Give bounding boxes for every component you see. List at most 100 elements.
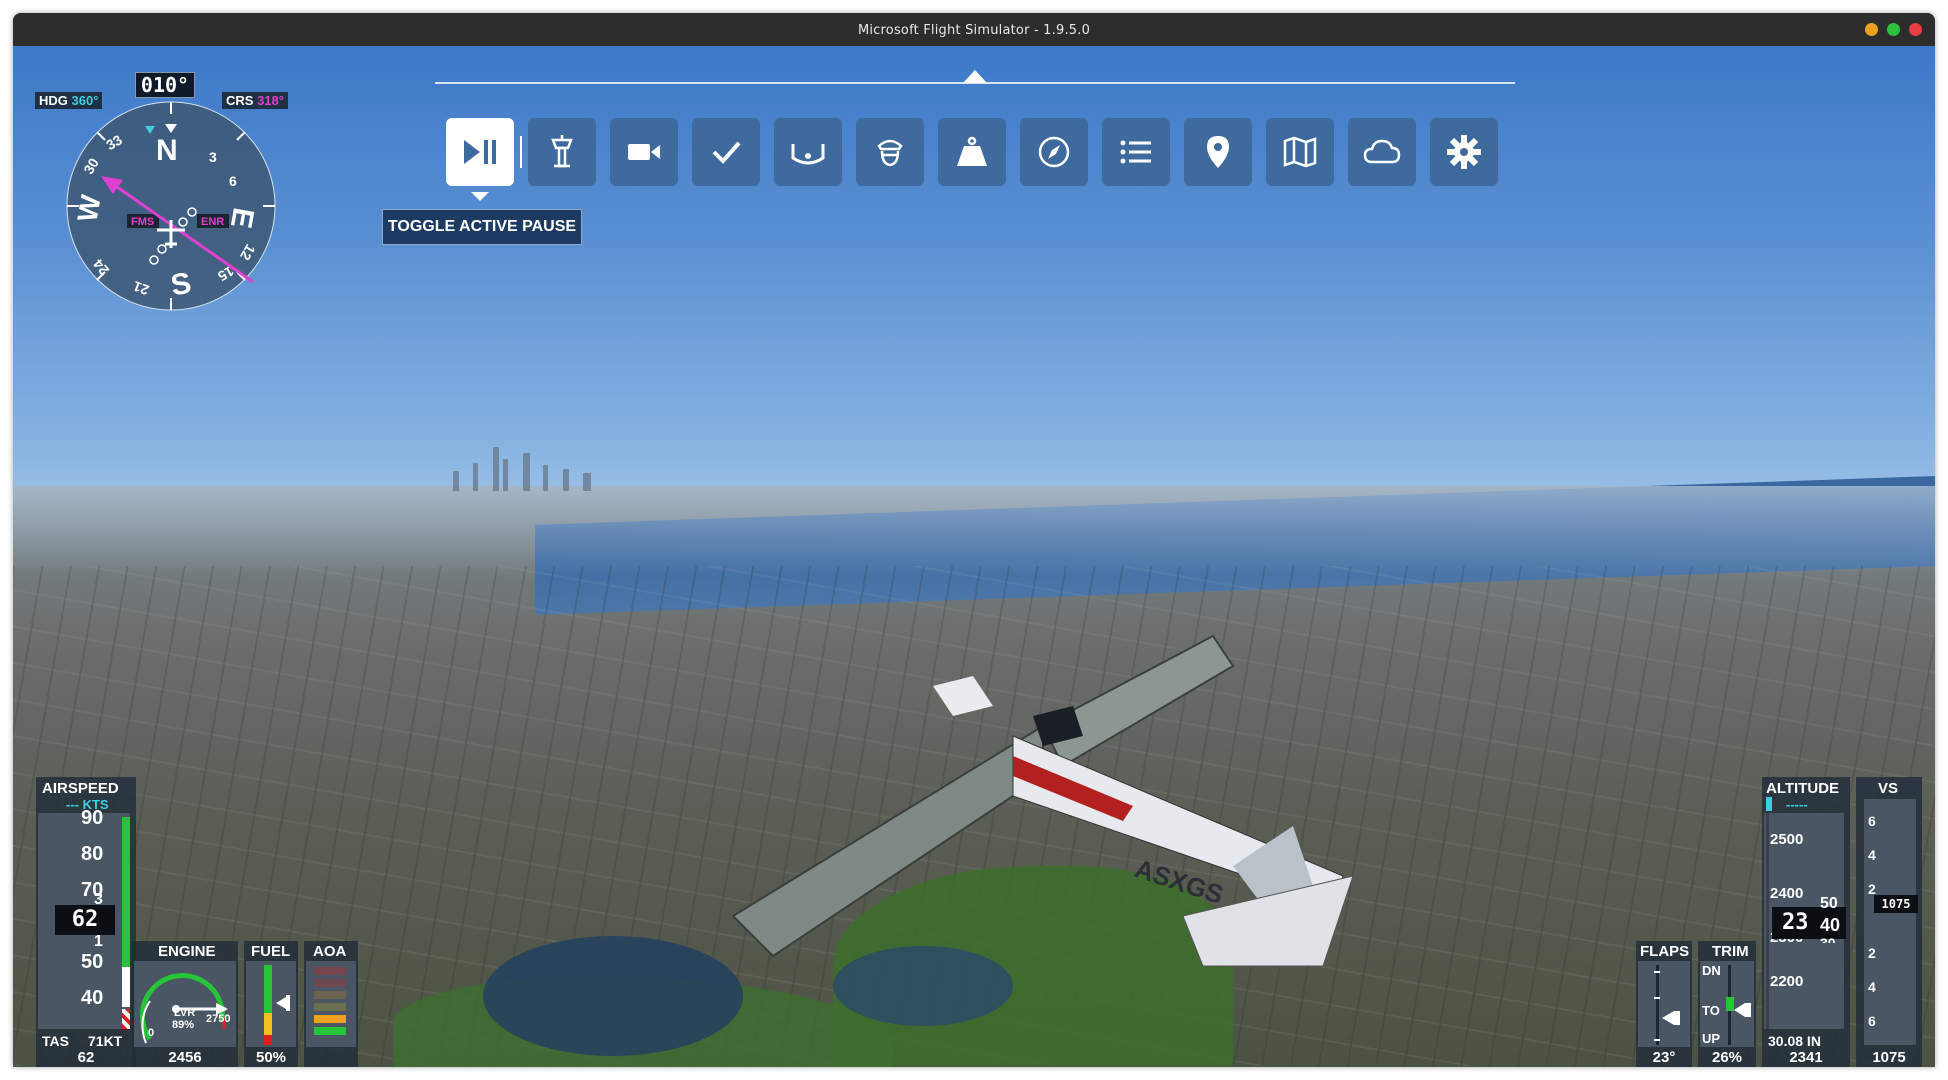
controls-button[interactable] <box>774 118 842 186</box>
engine-label: ENGINE <box>158 943 216 960</box>
altitude-bottom-value: 2341 <box>1789 1049 1823 1066</box>
vs-bottom-value: 1075 <box>1872 1049 1906 1066</box>
cloud-icon <box>1363 139 1401 164</box>
weight-icon <box>957 136 987 166</box>
rpm-max: 2750 <box>206 1013 231 1025</box>
toolbar-separator <box>520 136 522 168</box>
vs-indicator: VS 6 4 2 2 4 6 1075 1075 <box>1856 777 1922 1067</box>
vs-tape <box>1864 799 1916 1045</box>
gear-icon <box>1447 135 1481 169</box>
alt-tick-2200: 2200 <box>1770 973 1804 990</box>
trim-indicator: TRIM DN TO UP 26% <box>1698 941 1756 1067</box>
baro-setting: 30.08 IN <box>1768 1033 1821 1049</box>
checklist-button[interactable] <box>692 118 760 186</box>
pilot-button[interactable] <box>856 118 924 186</box>
alt-tick-2400: 2400 <box>1770 885 1804 902</box>
aoa-label: AOA <box>313 943 347 960</box>
window-title: Microsoft Flight Simulator - 1.9.5.0 <box>857 23 1091 38</box>
tooltip: TOGGLE ACTIVE PAUSE <box>382 209 582 245</box>
game-viewport[interactable]: ASXGS TOGGLE ACTIVE PAUSE HDG 360° CRS 3… <box>13 46 1935 1067</box>
as-tick-50: 50 <box>81 951 104 973</box>
flaps-label: FLAPS <box>1640 943 1690 960</box>
rpm-zero: 0 <box>148 1027 155 1039</box>
as-roll-bottom: 1 <box>94 933 103 950</box>
aoa-gauge: AOA <box>304 941 358 1067</box>
tooltip-caret <box>471 192 489 201</box>
fuel-gauge: FUEL 50% <box>244 941 298 1067</box>
airspeed-readout: 62 <box>55 905 115 935</box>
vs-readout: 1075 <box>1874 895 1918 913</box>
objectives-button[interactable] <box>1102 118 1170 186</box>
checkmark-icon <box>712 141 741 164</box>
altitude-selected: ----- <box>1786 797 1808 812</box>
minimize-button[interactable] <box>1865 23 1878 36</box>
map-pin-icon <box>1207 136 1229 168</box>
flaps-indicator: FLAPS 23° <box>1636 941 1692 1067</box>
title-bar: Microsoft Flight Simulator - 1.9.5.0 <box>13 13 1935 46</box>
as-tick-80: 80 <box>81 843 104 865</box>
compass-rose: N E S W 3 6 12 15 21 24 30 33 FMS ENR <box>66 101 276 311</box>
city-skyline <box>453 447 591 491</box>
compass-icon <box>1038 136 1070 168</box>
flaps-bottom-value: 23° <box>1652 1049 1676 1066</box>
vs-tick-4-up: 4 <box>1868 847 1876 863</box>
tas-value: 71KT <box>88 1033 123 1049</box>
as-tick-90: 90 <box>81 807 104 829</box>
alt-tick-2500: 2500 <box>1770 831 1804 848</box>
camera-button[interactable] <box>610 118 678 186</box>
close-button[interactable] <box>1909 23 1922 36</box>
as-tick-40: 40 <box>81 987 104 1009</box>
alt-roll-mid: 40 <box>1820 915 1841 935</box>
pond <box>483 936 743 1056</box>
airspeed-label: AIRSPEED <box>42 780 119 797</box>
white-arc <box>122 967 130 1007</box>
altitude-label: ALTITUDE <box>1766 780 1840 797</box>
aircraft: ASXGS <box>731 634 1354 967</box>
engine-bottom-value: 2456 <box>168 1049 202 1066</box>
compass-n: N <box>156 134 178 167</box>
waypoints-button[interactable] <box>1184 118 1252 186</box>
trim-to: TO <box>1702 1003 1720 1018</box>
vs-tick-2-down: 2 <box>1868 945 1876 961</box>
weather-button[interactable] <box>1348 118 1416 186</box>
list-icon <box>1120 140 1151 164</box>
lvr-value: 89% <box>172 1019 195 1031</box>
weight-button[interactable] <box>938 118 1006 186</box>
atc-button[interactable] <box>528 118 596 186</box>
alt-roll-top: 50 <box>1820 895 1838 912</box>
vs-tick-6-up: 6 <box>1868 813 1876 829</box>
heading-readout: 010° <box>135 72 195 98</box>
vfr-map-button[interactable] <box>1266 118 1334 186</box>
pilot-icon <box>877 139 903 167</box>
vs-tick-4-down: 4 <box>1868 979 1876 995</box>
vs-label: VS <box>1878 780 1899 797</box>
compass-num-6: 6 <box>229 173 237 189</box>
trim-up: UP <box>1702 1031 1721 1046</box>
settings-button[interactable] <box>1430 118 1498 186</box>
pause-button[interactable] <box>446 118 514 186</box>
zoom-button[interactable] <box>1887 23 1900 36</box>
app-window: Microsoft Flight Simulator - 1.9.5.0 ASX… <box>13 13 1935 1067</box>
compass-num-3: 3 <box>209 149 217 165</box>
trim-label: TRIM <box>1712 943 1749 960</box>
fms-label: FMS <box>131 216 154 228</box>
navlog-button[interactable] <box>1020 118 1088 186</box>
airspeed-bottom-value: 62 <box>77 1049 95 1066</box>
horizon-haze <box>13 486 1935 576</box>
yoke-icon <box>791 144 825 165</box>
trim-dn: DN <box>1702 963 1721 978</box>
altitude-indicator: ALTITUDE ----- 2500 2400 2300 2200 23 50… <box>1762 777 1850 1067</box>
lvr-label: LVR <box>174 1007 196 1019</box>
toolbar-caret[interactable] <box>963 70 987 83</box>
trim-bottom-value: 26% <box>1711 1049 1743 1066</box>
alt-roll-bottom: 30 <box>1820 935 1836 943</box>
as-roll-top: 3 <box>94 891 103 908</box>
tas-label: TAS <box>42 1033 69 1049</box>
fuel-bottom-value: 50% <box>255 1049 287 1066</box>
map-icon <box>1283 136 1317 168</box>
control-tower-icon <box>551 135 573 168</box>
alt-readout-main: 23 <box>1782 910 1809 935</box>
enr-label: ENR <box>201 216 224 228</box>
stall-band <box>122 1009 130 1029</box>
video-camera-icon <box>628 144 660 160</box>
